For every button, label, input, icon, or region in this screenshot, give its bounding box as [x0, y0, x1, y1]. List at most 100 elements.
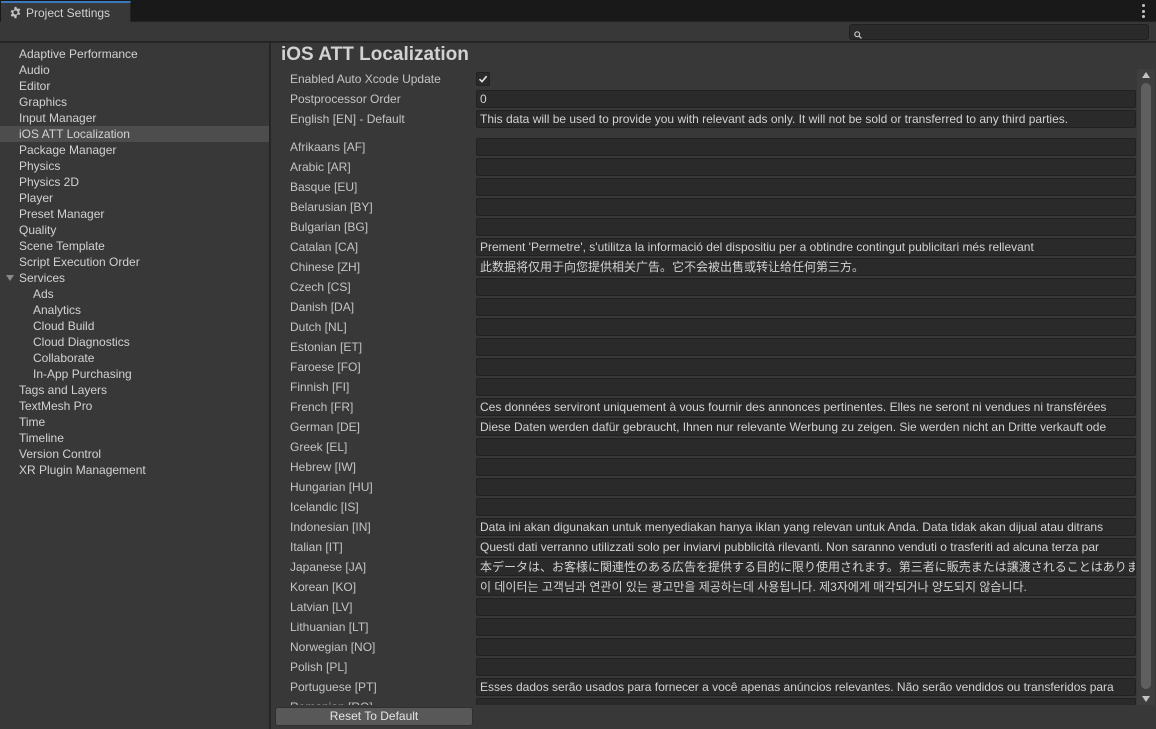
language-text-field[interactable]	[476, 638, 1136, 656]
sidebar-item-audio[interactable]: Audio	[0, 62, 269, 78]
language-row-finnish: Finnish [FI]	[271, 377, 1137, 397]
language-label: Icelandic [IS]	[290, 500, 359, 514]
language-label: Finnish [FI]	[290, 380, 350, 394]
language-label: Indonesian [IN]	[290, 520, 371, 534]
language-text-field[interactable]: Questi dati verranno utilizzati solo per…	[476, 538, 1136, 556]
language-text-field[interactable]	[476, 218, 1136, 236]
language-text-field[interactable]	[476, 338, 1136, 356]
language-text-field[interactable]: Prement 'Permetre', s'utilitza la inform…	[476, 238, 1136, 256]
sidebar-item-physics-2d[interactable]: Physics 2D	[0, 174, 269, 190]
language-text-field[interactable]	[476, 298, 1136, 316]
sidebar-item-version-control[interactable]: Version Control	[0, 446, 269, 462]
language-text-field[interactable]: Diese Daten werden dafür gebraucht, Ihne…	[476, 418, 1136, 436]
sidebar-item-ios-att-localization[interactable]: iOS ATT Localization	[0, 126, 269, 142]
language-text-field[interactable]: Data ini akan digunakan untuk menyediaka…	[476, 518, 1136, 536]
sidebar-item-time[interactable]: Time	[0, 414, 269, 430]
reset-to-default-button[interactable]: Reset To Default	[275, 707, 473, 726]
language-label: Hungarian [HU]	[290, 480, 373, 494]
sidebar-item-adaptive-performance[interactable]: Adaptive Performance	[0, 46, 269, 62]
sidebar-item-package-manager[interactable]: Package Manager	[0, 142, 269, 158]
language-text-field[interactable]: Esses dados serão usados para fornecer a…	[476, 678, 1136, 696]
language-label: French [FR]	[290, 400, 354, 414]
language-text-field[interactable]	[476, 138, 1136, 156]
language-row-german: German [DE] Diese Daten werden dafür gebr…	[271, 417, 1137, 437]
setting-row-default-language: English [EN] - Default This data will be…	[271, 109, 1137, 129]
foldout-arrow-icon[interactable]	[6, 275, 14, 281]
sidebar-item-editor[interactable]: Editor	[0, 78, 269, 94]
language-label: Basque [EU]	[290, 180, 358, 194]
sidebar-item-xr-plugin-management[interactable]: XR Plugin Management	[0, 462, 269, 478]
sidebar-item-tags-and-layers[interactable]: Tags and Layers	[0, 382, 269, 398]
language-row-czech: Czech [CS]	[271, 277, 1137, 297]
language-text-field[interactable]	[476, 658, 1136, 676]
language-text-field[interactable]: 이 데이터는 고객님과 연관이 있는 광고만을 제공하는데 사용됩니다. 제3자…	[476, 578, 1136, 596]
language-row-hungarian: Hungarian [HU]	[271, 477, 1137, 497]
language-text-field[interactable]	[476, 178, 1136, 196]
more-options-icon[interactable]	[1140, 4, 1146, 18]
scrollbar-thumb[interactable]	[1141, 83, 1151, 689]
default-language-field[interactable]: This data will be used to provide you wi…	[476, 110, 1136, 128]
language-text-field[interactable]	[476, 198, 1136, 216]
language-row-faroese: Faroese [FO]	[271, 357, 1137, 377]
language-text-field[interactable]	[476, 358, 1136, 376]
sidebar-item-graphics[interactable]: Graphics	[0, 94, 269, 110]
scroll-up-icon[interactable]	[1142, 72, 1150, 78]
language-row-french: French [FR] Ces données serviront uniquem…	[271, 397, 1137, 417]
scroll-down-icon[interactable]	[1142, 696, 1150, 702]
sidebar-item-timeline[interactable]: Timeline	[0, 430, 269, 446]
sidebar-item-script-execution-order[interactable]: Script Execution Order	[0, 254, 269, 270]
sidebar-item-label: TextMesh Pro	[19, 399, 93, 413]
auto-xcode-checkbox[interactable]	[476, 72, 490, 86]
language-text-field[interactable]: Ces données serviront uniquement à vous …	[476, 398, 1136, 416]
language-label: Norwegian [NO]	[290, 640, 376, 654]
sidebar-item-physics[interactable]: Physics	[0, 158, 269, 174]
sidebar-item-analytics[interactable]: Analytics	[0, 302, 269, 318]
sidebar-item-label: Editor	[19, 79, 51, 93]
language-row-belarusian: Belarusian [BY]	[271, 197, 1137, 217]
sidebar-item-label: Player	[19, 191, 54, 205]
language-label: Korean [KO]	[290, 580, 357, 594]
language-text-field[interactable]	[476, 498, 1136, 516]
language-text-field[interactable]	[476, 278, 1136, 296]
language-text-field[interactable]	[476, 438, 1136, 456]
sidebar-item-preset-manager[interactable]: Preset Manager	[0, 206, 269, 222]
sidebar-item-label: Cloud Build	[33, 319, 95, 333]
setting-row-postprocessor-order: Postprocessor Order 0	[271, 89, 1137, 109]
page-title: iOS ATT Localization	[281, 44, 469, 65]
sidebar-item-label: Services	[19, 271, 66, 285]
sidebar-item-in-app-purchasing[interactable]: In-App Purchasing	[0, 366, 269, 382]
sidebar-item-services[interactable]: Services	[0, 270, 269, 286]
language-text-field[interactable]	[476, 698, 1136, 705]
language-text-field[interactable]	[476, 618, 1136, 636]
sidebar-item-label: Analytics	[33, 303, 82, 317]
language-text-field[interactable]	[476, 318, 1136, 336]
vertical-scrollbar[interactable]	[1137, 69, 1155, 705]
language-label: German [DE]	[290, 420, 361, 434]
language-label: Belarusian [BY]	[290, 200, 373, 214]
language-text-field[interactable]: 此数据将仅用于向您提供相关广告。它不会被出售或转让给任何第三方。	[476, 258, 1136, 276]
postprocessor-order-field[interactable]: 0	[476, 90, 1136, 108]
language-text-field[interactable]	[476, 598, 1136, 616]
sidebar-item-quality[interactable]: Quality	[0, 222, 269, 238]
sidebar-item-ads[interactable]: Ads	[0, 286, 269, 302]
sidebar-item-input-manager[interactable]: Input Manager	[0, 110, 269, 126]
language-text-field[interactable]	[476, 458, 1136, 476]
language-label: Arabic [AR]	[290, 160, 351, 174]
language-text-field[interactable]	[476, 478, 1136, 496]
sidebar-item-collaborate[interactable]: Collaborate	[0, 350, 269, 366]
checkmark-icon	[478, 75, 488, 83]
language-row-catalan: Catalan [CA] Prement 'Permetre', s'utilit…	[271, 237, 1137, 257]
sidebar-item-textmesh-pro[interactable]: TextMesh Pro	[0, 398, 269, 414]
setting-row-auto-xcode: Enabled Auto Xcode Update	[271, 69, 1137, 89]
language-text-field[interactable]: 本データは、お客様に関連性のある広告を提供する目的に限り使用されます。第三者に販…	[476, 558, 1136, 576]
sidebar-item-cloud-diagnostics[interactable]: Cloud Diagnostics	[0, 334, 269, 350]
language-text-field[interactable]	[476, 158, 1136, 176]
sidebar-item-label: Audio	[19, 63, 50, 77]
sidebar-item-player[interactable]: Player	[0, 190, 269, 206]
language-text-field[interactable]	[476, 378, 1136, 396]
tab-project-settings[interactable]: Project Settings	[1, 1, 131, 22]
sidebar-item-scene-template[interactable]: Scene Template	[0, 238, 269, 254]
sidebar-item-cloud-build[interactable]: Cloud Build	[0, 318, 269, 334]
language-row-portuguese: Portuguese [PT] Esses dados serão usados …	[271, 677, 1137, 697]
search-input[interactable]	[849, 24, 1149, 40]
